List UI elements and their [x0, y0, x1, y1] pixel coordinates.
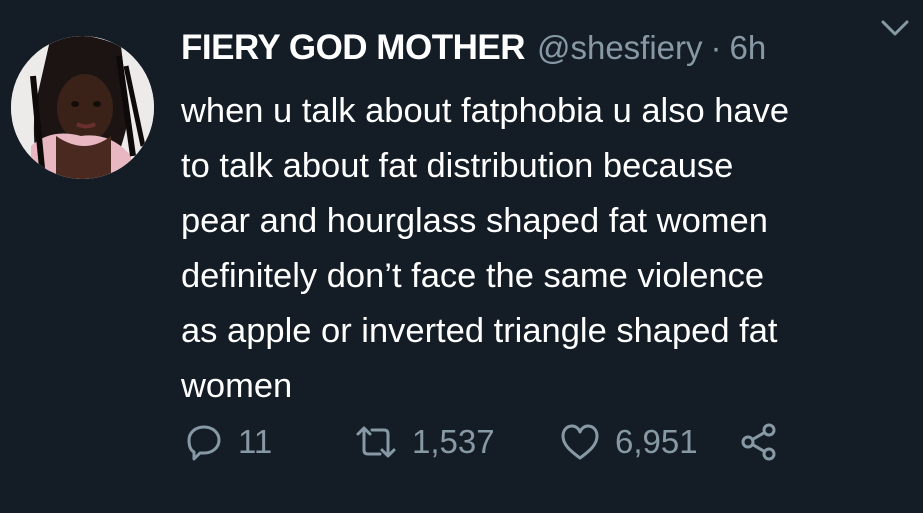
- share-button[interactable]: [739, 422, 779, 462]
- user-handle[interactable]: @shesfiery: [537, 29, 703, 67]
- tweet-text-line: women: [181, 367, 293, 405]
- reply-icon: [187, 425, 221, 461]
- retweet-icon: [356, 426, 396, 458]
- chevron-down-icon[interactable]: [877, 10, 913, 46]
- tweet[interactable]: FIERY GOD MOTHER @shesfiery · 6h when u …: [0, 0, 923, 513]
- like-count: 6,951: [615, 423, 698, 460]
- tweet-text-line: as apple or inverted triangle shaped fat: [181, 312, 778, 350]
- reply-count: 11: [238, 423, 273, 460]
- retweet-count: 1,537: [412, 423, 495, 460]
- avatar[interactable]: [11, 36, 154, 179]
- retweet-button[interactable]: 1,537: [354, 422, 559, 462]
- tweet-content: FIERY GOD MOTHER @shesfiery · 6h when u …: [181, 28, 911, 414]
- display-name[interactable]: FIERY GOD MOTHER: [181, 28, 525, 68]
- share-icon: [741, 423, 776, 461]
- tweet-text-line: to talk about fat distribution because: [181, 147, 734, 185]
- like-button[interactable]: 6,951: [559, 422, 739, 462]
- tweet-actions: 11 1,537 6,951: [184, 420, 779, 464]
- top-edge: [0, 0, 923, 6]
- reply-button[interactable]: 11: [184, 422, 354, 462]
- tweet-text-line: pear and hourglass shaped fat women: [181, 202, 768, 240]
- timestamp[interactable]: 6h: [730, 29, 767, 67]
- bottom-edge: [0, 498, 923, 513]
- avatar-image: [11, 36, 154, 179]
- heart-icon: [561, 424, 599, 460]
- tweet-text-line: when u talk about fatphobia u also have: [181, 92, 790, 130]
- tweet-text: when u talk about fatphobia u also have …: [181, 84, 901, 414]
- tweet-text-line: definitely don’t face the same violence: [181, 257, 765, 295]
- tweet-header: FIERY GOD MOTHER @shesfiery · 6h: [181, 28, 911, 78]
- separator: ·: [710, 29, 722, 66]
